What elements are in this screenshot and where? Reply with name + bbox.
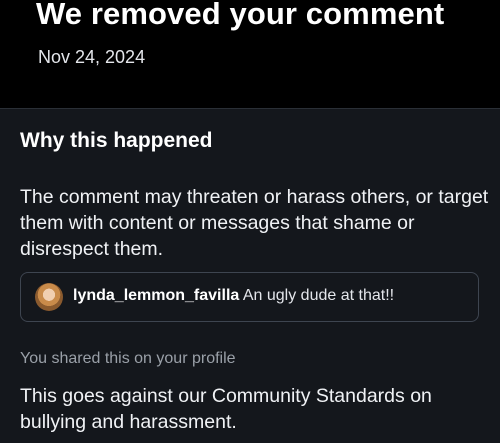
comment-text: An ugly dude at that!! bbox=[242, 287, 395, 304]
notice-date: Nov 24, 2024 bbox=[38, 47, 146, 67]
comment-content: lynda_lemmon_favilla An ugly dude at tha… bbox=[73, 287, 394, 305]
comment-author: lynda_lemmon_favilla bbox=[73, 287, 240, 304]
page-title: We removed your comment bbox=[36, 0, 445, 31]
community-standards-text: This goes against our Community Standard… bbox=[20, 385, 432, 433]
notification-header: We removed your comment Nov 24, 2024 bbox=[0, 0, 500, 108]
removed-comment-card[interactable]: lynda_lemmon_favilla An ugly dude at tha… bbox=[20, 272, 479, 322]
avatar bbox=[35, 283, 63, 311]
section-heading: Why this happened bbox=[20, 129, 213, 152]
details-panel: Why this happened The comment may threat… bbox=[0, 109, 500, 443]
shared-note: You shared this on your profile bbox=[20, 350, 236, 367]
removal-reason: The comment may threaten or harass other… bbox=[20, 186, 489, 260]
